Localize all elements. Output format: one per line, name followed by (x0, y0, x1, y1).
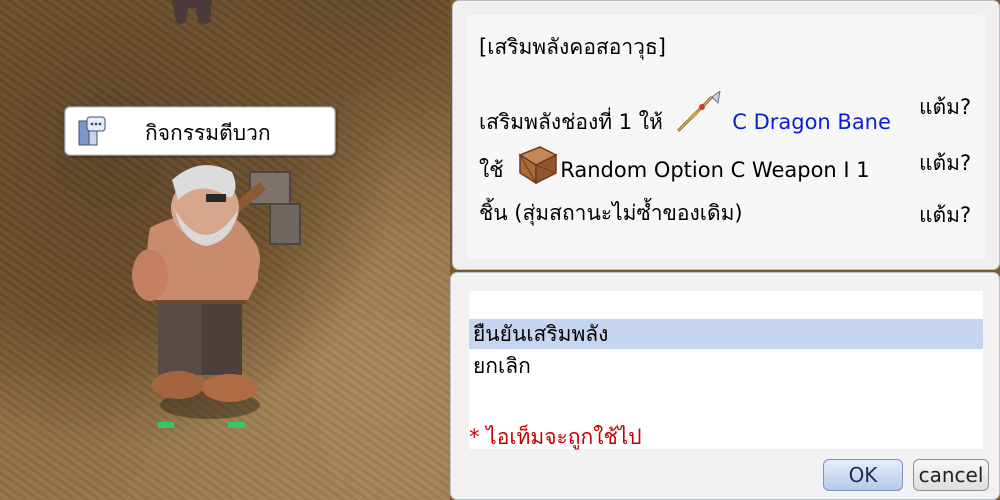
cancel-button[interactable]: cancel (913, 459, 989, 491)
dialog-line-3-suffix: แต้ม? (919, 203, 972, 227)
other-character-sprite[interactable] (166, 0, 216, 26)
menu-option-cancel[interactable]: ยกเลิก (469, 351, 983, 381)
dialog-line-2-item: Random Option C Weapon I 1 (560, 158, 870, 182)
game-scene[interactable]: กิจกรรมตีบวก (0, 0, 450, 500)
npc-blacksmith-sprite[interactable] (120, 150, 320, 450)
warning-note: * ไอเท็มจะถูกใช้ไป (469, 425, 642, 449)
npc-name-sign[interactable]: กิจกรรมตีบวก (64, 106, 336, 156)
npc-menu-window: ยืนยันเสริมพลัง ยกเลิก * ไอเท็มจะถูกใช้ไ… (450, 272, 1000, 500)
dialog-line-1-prefix: เสริมพลังช่องที่ 1 ให้ (479, 110, 663, 134)
dialog-line-1-suffix: แต้ม? (919, 95, 972, 119)
menu-option-list: ยืนยันเสริมพลัง ยกเลิก * ไอเท็มจะถูกใช้ไ… (469, 291, 983, 449)
item-box-icon (518, 146, 558, 185)
spear-icon (676, 89, 721, 133)
dialog-line-3: ชิ้น (สุ่มสถานะไม่ซ้ำของเดิม) (479, 201, 743, 225)
npc-dialog-window: [เสริมพลังคอสอาวุธ] เสริมพลังช่องที่ 1 ใ… (452, 0, 1000, 270)
dialog-title: [เสริมพลังคอสอาวุธ] (479, 35, 666, 59)
npc-name-label: กิจกรรมตีบวก (145, 121, 271, 145)
dialog-line-2: ใช้ Random Option C Weapon I 1 (479, 143, 870, 187)
dialog-line-2-prefix: ใช้ (479, 158, 504, 182)
chat-bubble-icon (78, 116, 106, 146)
ok-button[interactable]: OK (823, 459, 903, 491)
item-name-link[interactable]: C Dragon Bane (732, 110, 891, 134)
dialog-text-area: [เสริมพลังคอสอาวุธ] เสริมพลังช่องที่ 1 ใ… (467, 15, 985, 259)
dialog-line-1: เสริมพลังช่องที่ 1 ให้ C Dragon Bane (479, 89, 891, 139)
menu-option-confirm[interactable]: ยืนยันเสริมพลัง (469, 319, 983, 349)
dialog-line-2-suffix: แต้ม? (919, 151, 972, 175)
